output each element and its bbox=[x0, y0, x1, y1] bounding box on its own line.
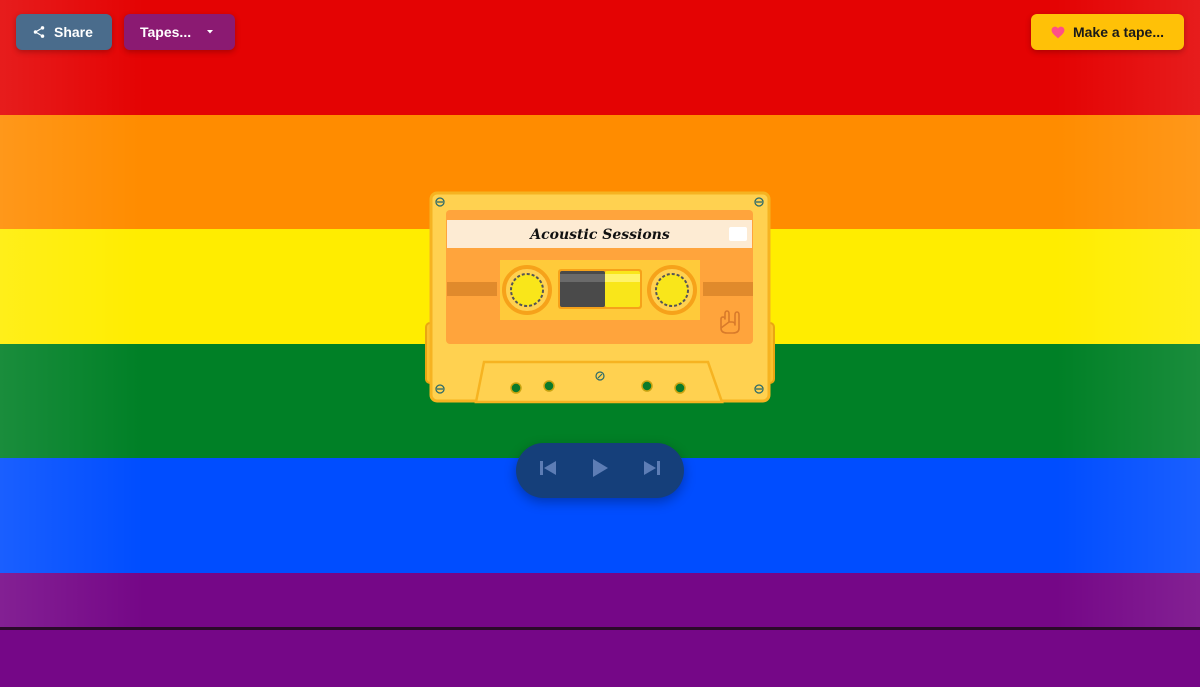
cassette-tape[interactable]: Acoustic Sessions bbox=[424, 190, 776, 410]
player-controls bbox=[516, 443, 684, 498]
share-icon bbox=[32, 25, 46, 39]
share-label: Share bbox=[54, 24, 93, 40]
share-button[interactable]: Share bbox=[16, 14, 112, 50]
tapes-dropdown-button[interactable]: Tapes... bbox=[124, 14, 235, 50]
make-tape-label: Make a tape... bbox=[1073, 24, 1164, 40]
previous-icon bbox=[539, 460, 557, 481]
play-button[interactable] bbox=[586, 457, 614, 485]
play-icon bbox=[591, 458, 609, 483]
tapes-label: Tapes... bbox=[140, 24, 191, 40]
next-icon bbox=[643, 460, 661, 481]
cassette-stripe bbox=[447, 282, 497, 296]
previous-button[interactable] bbox=[534, 457, 562, 485]
caret-down-icon bbox=[205, 29, 215, 35]
tape-reel-left bbox=[504, 267, 550, 313]
next-button[interactable] bbox=[638, 457, 666, 485]
tape-reel-right bbox=[649, 267, 695, 313]
cassette-stripe bbox=[703, 282, 753, 296]
cassette-bottom-plate bbox=[476, 362, 722, 402]
cassette-label-tab bbox=[729, 227, 747, 241]
heart-icon bbox=[1051, 26, 1065, 39]
make-tape-button[interactable]: Make a tape... bbox=[1031, 14, 1184, 50]
tape-ribbon bbox=[558, 269, 642, 309]
cassette-title: Acoustic Sessions bbox=[528, 227, 670, 243]
